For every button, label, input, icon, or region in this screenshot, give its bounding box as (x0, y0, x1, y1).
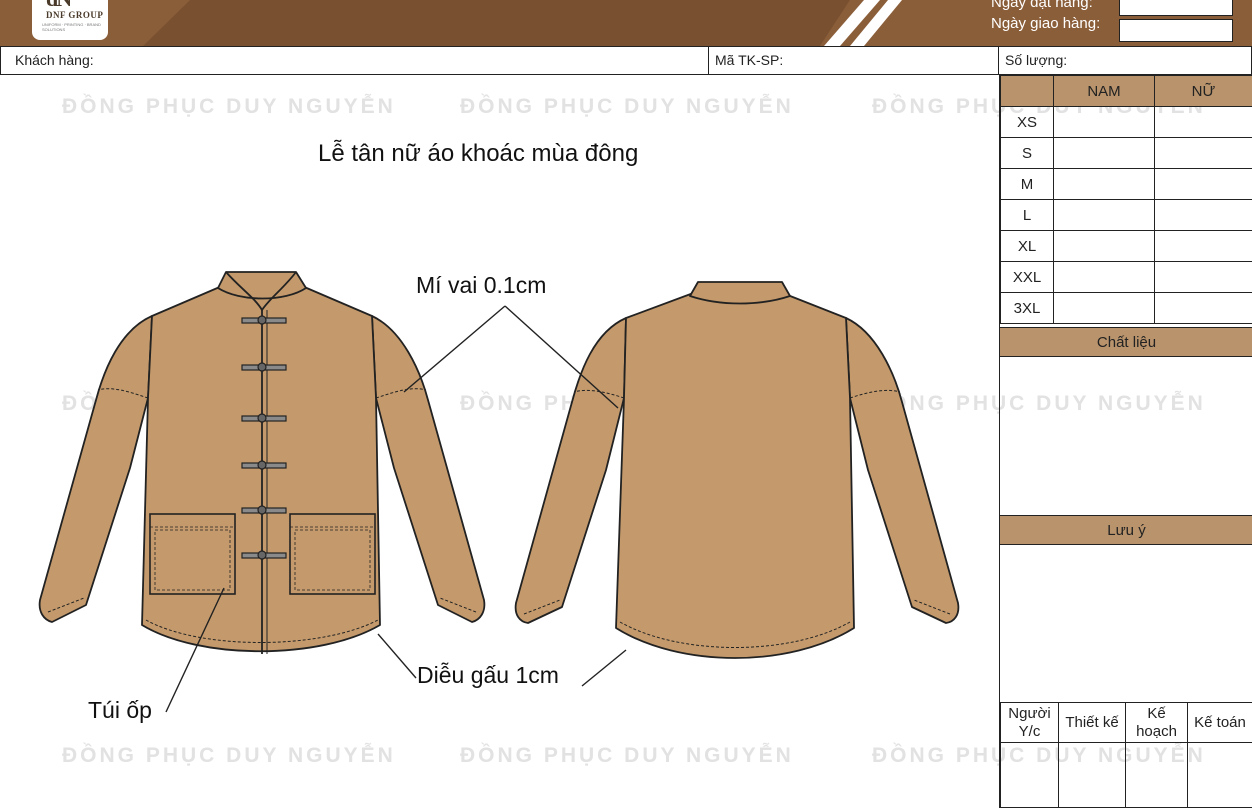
qty-cell-nu[interactable] (1154, 106, 1252, 138)
qty-cell-nu[interactable] (1154, 292, 1252, 324)
accounting-signature-cell[interactable] (1187, 742, 1252, 808)
qty-cell-nu[interactable] (1154, 137, 1252, 169)
delivery-date-label: Ngày giao hàng: (991, 15, 1101, 32)
qty-cell-nam[interactable] (1053, 199, 1155, 231)
qty-cell-nam[interactable] (1053, 137, 1155, 169)
qty-cell-nu[interactable] (1154, 199, 1252, 231)
delivery-date-field[interactable] (1119, 19, 1233, 42)
size-row: S (1000, 137, 1252, 169)
quantity-field[interactable]: Số lượng: (999, 47, 1252, 74)
planning-header: Kế hoạch (1125, 702, 1188, 743)
qty-cell-nu[interactable] (1154, 261, 1252, 293)
notes-section-header: Lưu ý (1000, 515, 1252, 545)
hem-stitch-annotation: Diễu gấu 1cm (417, 662, 559, 688)
size-row: XL (1000, 230, 1252, 262)
qty-cell-nam[interactable] (1053, 230, 1155, 262)
size-label: L (1000, 199, 1054, 231)
qty-cell-nam[interactable] (1053, 261, 1155, 293)
size-label: M (1000, 168, 1054, 200)
requester-signature-cell[interactable] (1000, 742, 1059, 808)
back-jacket-illustration (514, 281, 960, 659)
size-quantity-table: NAM NỮ XS S M L XL XXL 3XL (1000, 75, 1252, 324)
size-label: XXL (1000, 261, 1054, 293)
size-row: 3XL (1000, 292, 1252, 324)
qty-cell-nam[interactable] (1053, 292, 1155, 324)
size-table-header: NAM NỮ (1000, 75, 1252, 107)
size-row: XS (1000, 106, 1252, 138)
size-row: L (1000, 199, 1252, 231)
qty-cell-nam[interactable] (1053, 106, 1155, 138)
material-section-header: Chất liệu (1000, 327, 1252, 357)
quantity-label: Số lượng: (1005, 52, 1068, 68)
order-date-label: Ngày đặt hàng: (991, 0, 1093, 11)
size-label: S (1000, 137, 1054, 169)
patch-pocket-annotation: Túi ốp (88, 697, 152, 723)
size-row: M (1000, 168, 1252, 200)
qty-cell-nu[interactable] (1154, 168, 1252, 200)
accounting-header: Kế toán (1187, 702, 1252, 743)
material-content-area[interactable] (1000, 357, 1252, 515)
notes-content-area[interactable] (1000, 545, 1252, 702)
size-header-blank (1000, 75, 1054, 107)
shoulder-stitch-annotation: Mí vai 0.1cm (416, 272, 547, 298)
size-label: XS (1000, 106, 1054, 138)
planning-signature-cell[interactable] (1125, 742, 1188, 808)
designer-signature-cell[interactable] (1058, 742, 1126, 808)
designer-header: Thiết kế (1058, 702, 1126, 743)
approval-signature-table: Người Y/c Thiết kế Kế hoạch Kế toán (1000, 702, 1252, 808)
signature-row (1000, 742, 1252, 808)
spec-side-panel: NAM NỮ XS S M L XL XXL 3XL Chất liệu Lưu… (999, 75, 1252, 808)
column-header-nam: NAM (1053, 75, 1155, 107)
size-row: XXL (1000, 261, 1252, 293)
qty-cell-nu[interactable] (1154, 230, 1252, 262)
size-label: 3XL (1000, 292, 1054, 324)
signature-header-row: Người Y/c Thiết kế Kế hoạch Kế toán (1000, 702, 1252, 743)
size-label: XL (1000, 230, 1054, 262)
requester-header: Người Y/c (1000, 702, 1059, 743)
column-header-nu: NỮ (1154, 75, 1252, 107)
order-date-field[interactable] (1119, 0, 1233, 16)
qty-cell-nam[interactable] (1053, 168, 1155, 200)
